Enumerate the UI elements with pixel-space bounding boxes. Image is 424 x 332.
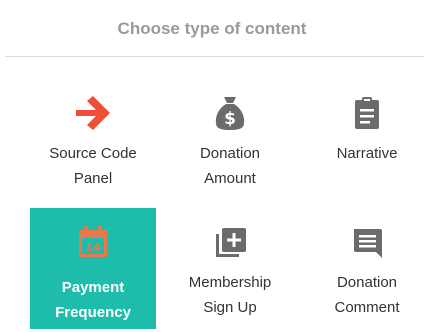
calendar-icon: 14 — [30, 222, 156, 262]
tile-source-code-panel[interactable]: Source Code Panel — [30, 93, 156, 203]
dialog-header: Choose type of content — [0, 0, 424, 58]
tile-donation-comment[interactable]: Donation Comment — [304, 222, 424, 332]
svg-text:14: 14 — [85, 241, 101, 254]
tile-payment-frequency[interactable]: 14 Payment Frequency — [30, 208, 156, 329]
tile-label-line2: Comment — [334, 299, 400, 316]
comment-icon — [304, 222, 424, 262]
content-type-grid: Source Code Panel $ Donation Amount Narr… — [0, 58, 424, 329]
tile-label-line2: Sign Up — [203, 299, 257, 316]
tile-narrative[interactable]: Narrative — [304, 93, 424, 203]
tile-label-line2: Panel — [73, 170, 113, 187]
clipboard-icon — [304, 93, 424, 133]
library-add-icon — [167, 222, 293, 262]
svg-text:$: $ — [224, 109, 236, 129]
tile-label-line1: Membership — [188, 274, 272, 291]
tile-label-line1: Donation — [199, 145, 261, 162]
tile-label-line1: Source Code — [49, 145, 137, 162]
tile-donation-amount[interactable]: $ Donation Amount — [167, 93, 293, 203]
tile-membership-sign-up[interactable]: Membership Sign Up — [167, 222, 293, 332]
tile-label-line2: Amount — [204, 170, 256, 187]
tile-label-line1: Donation — [336, 274, 398, 291]
page-title: Choose type of content — [117, 19, 307, 38]
arrow-right-icon — [30, 93, 156, 133]
money-bag-icon: $ — [167, 93, 293, 133]
tile-label-line2: Frequency — [55, 304, 131, 321]
header-divider — [5, 56, 424, 57]
tile-label-line1: Payment — [61, 279, 125, 296]
tile-label-line1: Narrative — [336, 145, 398, 162]
